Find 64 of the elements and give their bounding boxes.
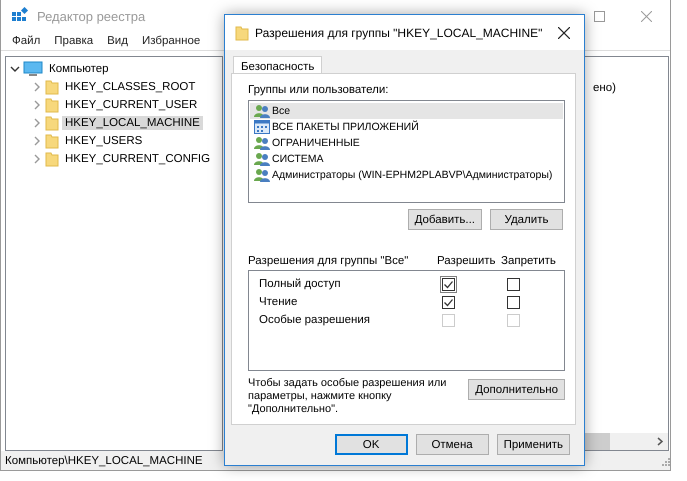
- users-icon: [254, 136, 270, 150]
- column-header: Запретить: [501, 255, 557, 267]
- list-item[interactable]: ВСЕ ПАКЕТЫ ПРИЛОЖЕНИЙ: [250, 119, 563, 135]
- chevron-down-icon[interactable]: [10, 64, 20, 74]
- user-name: ВСЕ ПАКЕТЫ ПРИЛОЖЕНИЙ: [272, 121, 419, 133]
- chevron-right-icon[interactable]: [656, 437, 664, 446]
- chevron-right-icon[interactable]: [32, 136, 42, 146]
- chevron-right-icon[interactable]: [32, 82, 42, 92]
- menu-item[interactable]: Вид: [100, 35, 135, 47]
- folder-icon: [235, 24, 249, 40]
- permission-name: Особые разрешения: [259, 314, 372, 326]
- list-item[interactable]: СИСТЕМА: [250, 151, 563, 167]
- add-button[interactable]: Добавить...: [408, 209, 482, 230]
- dialog-title: Разрешения для группы "HKEY_LOCAL_MACHINE": [255, 26, 542, 40]
- status-bar-text: Компьютер\HKEY_LOCAL_MACHINE: [5, 454, 203, 466]
- groups-label: Группы или пользователи:: [248, 84, 390, 96]
- checkbox[interactable]: [505, 276, 522, 292]
- folder-icon: [45, 79, 59, 95]
- size-grip-icon[interactable]: [660, 456, 670, 466]
- users-icon: [254, 168, 270, 182]
- tree-item[interactable]: HKEY_USERS: [62, 134, 146, 148]
- folder-icon: [45, 151, 59, 167]
- remove-button[interactable]: Удалить: [490, 209, 563, 230]
- permission-name: Чтение: [259, 296, 298, 308]
- app-package-icon: [254, 120, 270, 134]
- menu-item[interactable]: Правка: [47, 35, 100, 47]
- tree-item[interactable]: HKEY_CURRENT_USER: [62, 98, 200, 112]
- chevron-right-icon[interactable]: [32, 118, 42, 128]
- dialog-button[interactable]: OK: [334, 434, 408, 455]
- checkbox[interactable]: [440, 276, 457, 292]
- dialog-button[interactable]: Отмена: [416, 434, 489, 455]
- value-text: ено): [593, 82, 617, 96]
- permission-name: Полный доступ: [259, 278, 342, 290]
- tree-item[interactable]: HKEY_CURRENT_CONFIG: [62, 152, 214, 166]
- chevron-right-icon[interactable]: [32, 100, 42, 110]
- user-name: Администраторы (WIN-EPHM2PLABVP\Администраторы): [272, 169, 552, 181]
- folder-icon: [45, 97, 59, 113]
- tree-item[interactable]: HKEY_LOCAL_MACHINE: [62, 116, 203, 130]
- users-icon: [254, 104, 270, 118]
- folder-icon: [45, 133, 59, 149]
- list-item[interactable]: Администраторы (WIN-EPHM2PLABVP\Администраторы): [250, 167, 563, 183]
- checkbox[interactable]: [440, 294, 457, 310]
- chevron-right-icon[interactable]: [32, 154, 42, 164]
- column-header: Разрешить: [437, 255, 497, 267]
- list-item[interactable]: ОГРАНИЧЕННЫЕ: [250, 135, 563, 151]
- user-name: Все: [272, 105, 290, 117]
- user-name: ОГРАНИЧЕННЫЕ: [272, 137, 360, 149]
- users-icon: [254, 152, 270, 166]
- advanced-button[interactable]: Дополнительно: [468, 379, 565, 400]
- tree-item[interactable]: Компьютер: [46, 62, 112, 76]
- dialog-button[interactable]: Применить: [496, 434, 570, 455]
- user-name: СИСТЕМА: [272, 153, 324, 165]
- menu-item[interactable]: Избранное: [134, 35, 208, 47]
- folder-icon: [45, 115, 59, 131]
- checkbox[interactable]: [505, 294, 522, 310]
- window-title: Редактор реестра: [37, 8, 146, 24]
- computer-icon: [23, 61, 43, 77]
- permissions-label: Разрешения для группы "Все": [248, 255, 410, 267]
- close-icon[interactable]: [558, 26, 570, 38]
- menu-item[interactable]: Файл: [5, 35, 48, 47]
- list-item[interactable]: Все: [250, 103, 563, 119]
- advanced-note: Чтобы задать особые разрешения или параметры, нажмите кнопку "Дополнительно".: [248, 377, 448, 416]
- tree-item[interactable]: HKEY_CLASSES_ROOT: [62, 80, 198, 94]
- maximize-icon[interactable]: [594, 10, 605, 22]
